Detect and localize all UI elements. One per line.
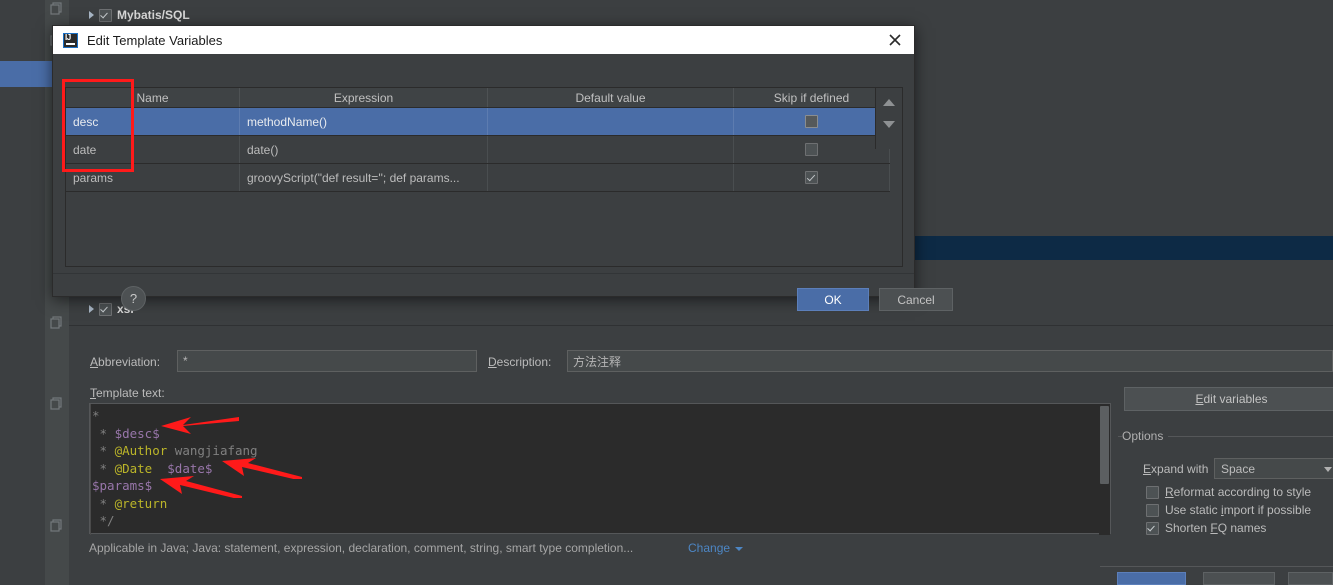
option-reformat-row[interactable]: Reformat according to style [1146,485,1311,499]
move-up-icon[interactable] [883,99,895,106]
chevron-down-icon [1324,467,1332,472]
cell-default-value[interactable] [488,164,734,191]
dialog-title: Edit Template Variables [87,32,223,48]
abbreviation-input[interactable]: * [177,350,477,372]
chevron-down-icon[interactable] [735,547,743,551]
ide-left-gutter [0,0,45,585]
cell-expression[interactable]: methodName() [240,108,488,135]
table-row[interactable]: params groovyScript("def result=''; def … [66,164,890,192]
edit-variables-button[interactable]: Edit variables [1124,387,1333,411]
column-header-default-value[interactable]: Default value [488,88,734,107]
copy-icon[interactable] [50,2,63,15]
move-down-icon[interactable] [883,121,895,128]
reformat-checkbox[interactable] [1146,485,1159,499]
description-label: Description: [488,355,552,369]
editor-scrollbar-thumb[interactable] [1100,406,1109,484]
copy-icon[interactable] [50,397,63,410]
bottom-separator [1100,566,1333,567]
cell-default-value[interactable] [488,136,734,163]
chevron-right-icon[interactable] [89,305,94,313]
code-line: */ [92,513,115,528]
options-legend: Options [1122,429,1169,443]
help-button[interactable]: ? [121,286,146,311]
form-separator [69,325,1333,326]
shorten-fq-label: Shorten FQ names [1165,521,1267,535]
annotation-arrow-params [160,472,242,498]
copy-icon[interactable] [50,519,63,532]
expand-with-select[interactable]: Space [1214,458,1333,479]
table-header-row: Name Expression Default value Skip if de… [66,88,890,108]
reformat-label: Reformat according to style [1165,485,1312,499]
tree-item-checkbox[interactable] [99,8,112,22]
background-selected-row [915,236,1333,260]
variables-table[interactable]: Name Expression Default value Skip if de… [65,87,903,267]
ok-button-partial[interactable] [1117,572,1186,585]
ok-button[interactable]: OK [797,288,869,311]
static-import-checkbox[interactable] [1146,503,1159,517]
table-row[interactable]: date date() [66,136,890,164]
skip-if-defined-checkbox[interactable] [805,171,818,184]
table-row[interactable]: desc methodName() [66,108,890,136]
cell-skip-if-defined[interactable] [734,164,890,191]
sidebar-selected-item[interactable] [0,61,53,87]
dialog-body: Name Expression Default value Skip if de… [53,54,914,296]
tree-item-mybatis-sql[interactable]: Mybatis/SQL [89,8,190,22]
dialog-footer-separator [53,273,914,274]
dialog-titlebar: Edit Template Variables [53,26,914,54]
expand-with-value: Space [1221,461,1256,476]
template-text-label: Template text: [90,386,165,400]
cell-expression[interactable]: groovyScript("def result=''; def params.… [240,164,488,191]
cell-expression[interactable]: date() [240,136,488,163]
option-shorten-fq-row[interactable]: Shorten FQ names [1146,521,1266,535]
editor-scrollbar[interactable] [1099,404,1110,535]
change-context-link[interactable]: Change [688,541,730,555]
shorten-fq-checkbox[interactable] [1146,521,1159,535]
cell-skip-if-defined[interactable] [734,108,890,135]
description-input[interactable]: 方法注释 [567,350,1333,372]
skip-if-defined-checkbox[interactable] [805,143,818,156]
column-header-skip-if-defined[interactable]: Skip if defined [734,88,890,107]
abbreviation-value: * [183,354,188,368]
cell-default-value[interactable] [488,108,734,135]
option-static-import-row[interactable]: Use static import if possible [1146,503,1311,517]
expand-with-label: Expand with [1143,462,1209,476]
cancel-button-partial[interactable] [1203,572,1275,585]
intellij-idea-icon [63,32,78,48]
description-value: 方法注释 [573,354,622,369]
skip-if-defined-checkbox[interactable] [805,115,818,128]
close-icon[interactable] [888,33,902,47]
column-header-expression[interactable]: Expression [240,88,488,107]
variables-table-inner: Name Expression Default value Skip if de… [66,88,890,192]
applicable-context-text: Applicable in Java; Java: statement, exp… [89,541,634,555]
tree-item-label: Mybatis/SQL [117,8,190,22]
cancel-button[interactable]: Cancel [879,288,953,311]
annotation-rectangle-name-column [62,79,134,172]
tree-item-checkbox[interactable] [99,302,112,316]
chevron-right-icon[interactable] [89,11,94,19]
cell-skip-if-defined[interactable] [734,136,890,163]
copy-icon[interactable] [50,316,63,329]
editor-caret-line [90,404,91,535]
abbreviation-label: Abbreviation: [90,355,161,369]
row-reorder-spinner[interactable] [875,88,902,149]
static-import-label: Use static import if possible [1165,503,1312,517]
edit-variables-label: Edit variables [1195,392,1268,406]
annotation-arrow-desc [161,414,239,436]
edit-template-variables-dialog: Edit Template Variables Name Expression … [52,25,953,311]
apply-button-partial[interactable] [1288,572,1333,585]
